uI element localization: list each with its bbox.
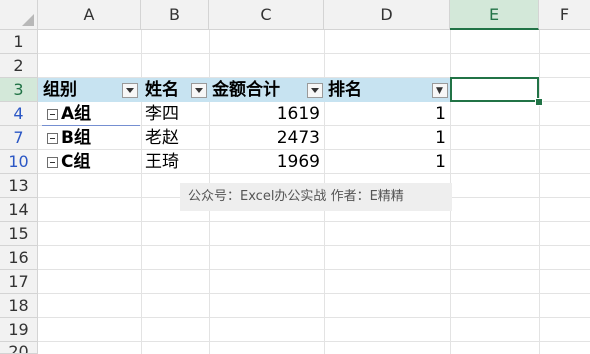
row-header-17[interactable]: 17 — [0, 270, 38, 294]
chevron-down-icon — [126, 88, 134, 93]
collapse-icon[interactable] — [47, 157, 58, 168]
spreadsheet-grid[interactable]: A B C D E F 1 2 3 4 7 10 13 14 15 16 17 … — [0, 0, 590, 354]
group-cell-a[interactable]: A组 — [61, 102, 139, 126]
pivot-header-name[interactable]: 姓名 — [145, 78, 191, 102]
group-underline — [42, 125, 140, 126]
row-header-7[interactable]: 7 — [0, 126, 38, 150]
amount-cell-2[interactable]: 2473 — [209, 126, 324, 150]
column-header-a[interactable]: A — [38, 0, 141, 30]
column-header-b[interactable]: B — [141, 0, 209, 30]
gridline — [38, 293, 590, 294]
row-header-4[interactable]: 4 — [0, 102, 38, 126]
name-cell-3[interactable]: 王琦 — [145, 150, 207, 174]
rank-cell-1[interactable]: 1 — [324, 102, 450, 126]
watermark-caption: 公众号：Excel办公实战 作者：E精精 — [180, 183, 452, 211]
chevron-down-icon — [311, 88, 319, 93]
row-header-1[interactable]: 1 — [0, 30, 38, 54]
gridline — [38, 221, 590, 222]
collapse-icon[interactable] — [47, 109, 58, 120]
gridline — [38, 245, 590, 246]
collapse-icon[interactable] — [47, 133, 58, 144]
pivot-header-group[interactable]: 组别 — [43, 78, 123, 102]
select-all-icon — [22, 14, 34, 26]
column-header-c[interactable]: C — [209, 0, 324, 30]
gridline — [38, 317, 590, 318]
row-header-16[interactable]: 16 — [0, 246, 38, 270]
pivot-header-rank[interactable]: 排名 — [328, 78, 428, 102]
amount-filter-dropdown[interactable] — [307, 83, 323, 98]
gridline — [38, 53, 590, 54]
gridline — [539, 30, 540, 354]
rank-cell-3[interactable]: 1 — [324, 150, 450, 174]
amount-cell-1[interactable]: 1619 — [209, 102, 324, 126]
active-cell-e3[interactable] — [450, 77, 539, 102]
gridline — [38, 269, 590, 270]
row-header-14[interactable]: 14 — [0, 198, 38, 222]
row-header-13[interactable]: 13 — [0, 174, 38, 198]
group-filter-dropdown[interactable] — [122, 83, 138, 98]
rank-filter-dropdown[interactable]: ▼ — [432, 83, 448, 98]
row-header-10[interactable]: 10 — [0, 150, 38, 174]
name-filter-dropdown[interactable] — [191, 83, 207, 98]
row-header-20[interactable]: 20 — [0, 342, 38, 354]
gridline — [38, 341, 590, 342]
row-header-15[interactable]: 15 — [0, 222, 38, 246]
group-cell-c[interactable]: C组 — [61, 150, 139, 174]
column-header-e[interactable]: E — [450, 0, 539, 30]
group-cell-b[interactable]: B组 — [61, 126, 139, 150]
chevron-down-icon — [195, 88, 203, 93]
rank-cell-2[interactable]: 1 — [324, 126, 450, 150]
column-header-f[interactable]: F — [539, 0, 590, 30]
fill-handle[interactable] — [535, 98, 543, 106]
select-all-corner[interactable] — [0, 0, 38, 30]
row-header-19[interactable]: 19 — [0, 318, 38, 342]
pivot-header-amount[interactable]: 金额合计 — [212, 78, 304, 102]
name-cell-2[interactable]: 老赵 — [145, 126, 207, 150]
amount-cell-3[interactable]: 1969 — [209, 150, 324, 174]
filter-funnel-icon: ▼ — [436, 86, 443, 96]
row-header-18[interactable]: 18 — [0, 294, 38, 318]
row-header-2[interactable]: 2 — [0, 54, 38, 78]
column-header-d[interactable]: D — [324, 0, 450, 30]
name-cell-1[interactable]: 李四 — [145, 102, 207, 126]
row-header-3[interactable]: 3 — [0, 78, 38, 102]
